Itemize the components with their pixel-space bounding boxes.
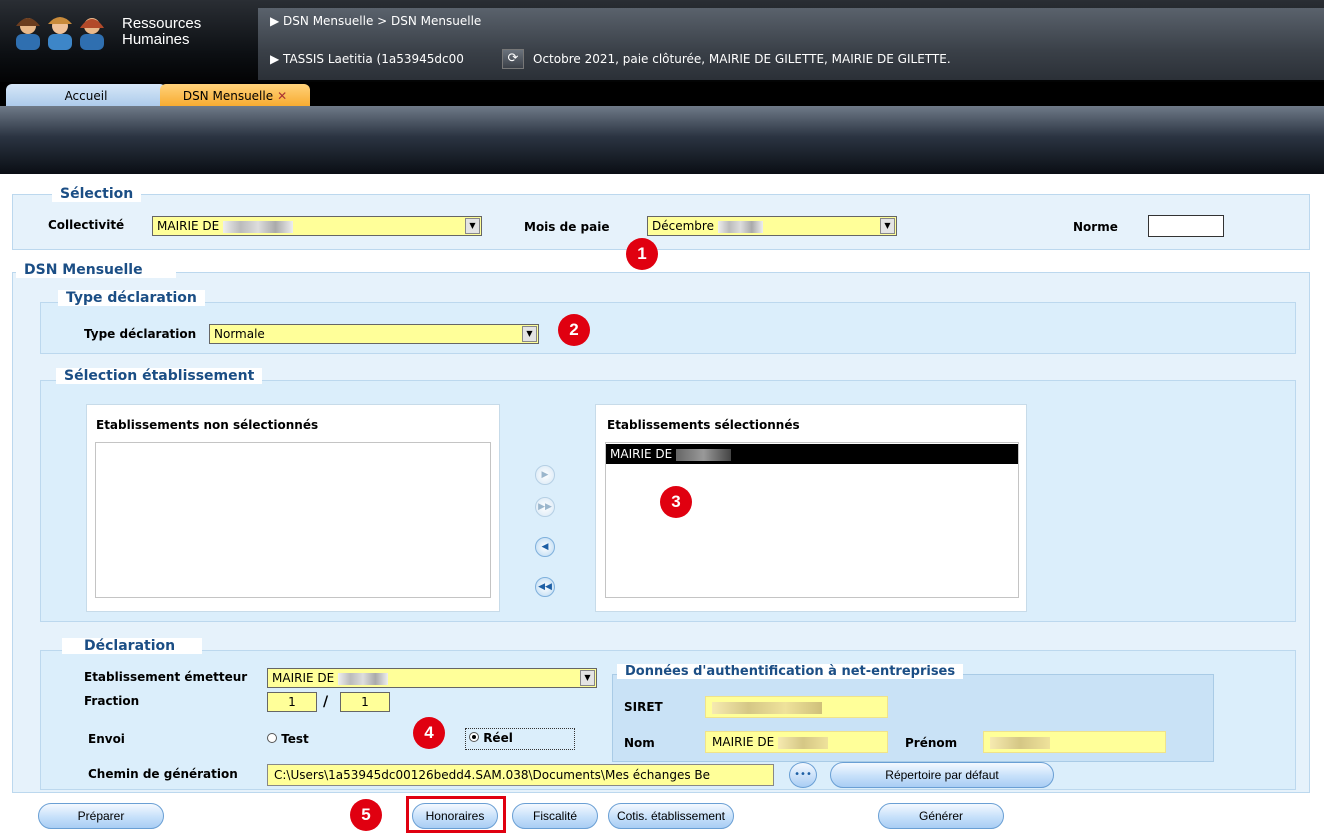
norme-input[interactable] <box>1148 215 1224 237</box>
chemin-value: C:\Users\1a53945dc00126bedd4.SAM.038\Doc… <box>274 768 711 782</box>
step-badge-2: 2 <box>558 314 590 346</box>
default-directory-button[interactable]: Répertoire par défaut <box>830 762 1054 788</box>
emetteur-select[interactable]: MAIRIE DE ▼ <box>267 668 597 688</box>
mois-paie-label: Mois de paie <box>524 220 610 234</box>
current-user[interactable]: ▶ TASSIS Laetitia (1a53945dc00 <box>270 52 495 66</box>
app-title: Ressources Humaines <box>122 16 201 48</box>
tab-dsn-label: DSN Mensuelle <box>182 89 274 103</box>
fiscalite-button[interactable]: Fiscalité <box>512 803 598 829</box>
nom-input[interactable]: MAIRIE DE <box>705 731 888 753</box>
redacted-text <box>717 220 763 233</box>
emetteur-label: Etablissement émetteur <box>84 670 248 684</box>
cotis-etablissement-button[interactable]: Cotis. établissement <box>608 803 734 829</box>
envoi-reel-label: Réel <box>483 731 513 745</box>
redacted-text <box>712 701 822 714</box>
step-badge-1: 1 <box>626 238 658 270</box>
move-left-icon[interactable]: ◀ <box>535 537 555 557</box>
step-badge-5: 5 <box>350 799 382 831</box>
auth-legend: Données d'authentification à net-entrepr… <box>617 664 964 679</box>
breadcrumb[interactable]: ▶ DSN Mensuelle > DSN Mensuelle <box>270 14 481 28</box>
chemin-input[interactable]: C:\Users\1a53945dc00126bedd4.SAM.038\Doc… <box>267 764 774 786</box>
fraction-label: Fraction <box>84 694 140 708</box>
non-selectionnes-title: Etablissements non sélectionnés <box>96 418 319 432</box>
tab-accueil[interactable]: Accueil <box>6 84 166 108</box>
type-declaration-value: Normale <box>214 327 265 341</box>
chevron-down-icon[interactable]: ▼ <box>522 326 537 342</box>
redacted-text <box>676 448 732 461</box>
toolbar <box>0 106 1324 174</box>
move-all-right-icon[interactable]: ▶▶ <box>535 497 555 517</box>
refresh-icon[interactable]: ⟳ <box>502 49 524 69</box>
prenom-label: Prénom <box>905 736 958 750</box>
type-declaration-label: Type déclaration <box>84 327 197 341</box>
mois-paie-select[interactable]: Décembre ▼ <box>647 216 897 236</box>
app-title-line1: Ressources <box>122 15 202 32</box>
selectionnes-title: Etablissements sélectionnés <box>607 418 800 432</box>
close-icon[interactable]: ✕ <box>277 89 287 103</box>
hr-app-icon <box>10 14 110 50</box>
redacted-text <box>223 220 294 233</box>
app-title-line2: Humaines <box>122 31 190 48</box>
non-selectionnes-list[interactable] <box>95 442 491 598</box>
envoi-test-label: Test <box>281 732 309 746</box>
collectivite-label: Collectivité <box>48 218 125 232</box>
tab-accueil-label: Accueil <box>64 89 108 103</box>
move-all-left-icon[interactable]: ◀◀ <box>535 577 555 597</box>
list-item[interactable]: MAIRIE DE <box>606 444 1018 464</box>
step-badge-3: 3 <box>660 486 692 518</box>
radio-selected-icon[interactable] <box>469 732 479 742</box>
honoraires-button[interactable]: Honoraires <box>412 803 498 829</box>
generer-button[interactable]: Générer <box>878 803 1004 829</box>
chevron-down-icon[interactable]: ▼ <box>880 218 895 234</box>
emetteur-value: MAIRIE DE <box>272 671 335 685</box>
tab-dsn-mensuelle[interactable]: DSN Mensuelle ✕ <box>160 84 310 108</box>
siret-input[interactable] <box>705 696 888 718</box>
redacted-text <box>990 736 1050 749</box>
fraction-denominator[interactable]: 1 <box>340 692 390 712</box>
type-declaration-legend: Type déclaration <box>58 290 205 306</box>
redacted-text <box>778 736 829 749</box>
nom-value: MAIRIE DE <box>712 735 775 749</box>
browse-button[interactable]: ••• <box>789 762 817 788</box>
preparer-button[interactable]: Préparer <box>38 803 164 829</box>
selectionnes-list[interactable] <box>605 442 1019 598</box>
redacted-text <box>338 672 389 685</box>
radio-icon[interactable] <box>267 733 277 743</box>
chevron-down-icon[interactable]: ▼ <box>580 670 595 686</box>
fraction-separator: / <box>323 694 329 710</box>
nom-label: Nom <box>624 736 655 750</box>
context-info: Octobre 2021, paie clôturée, MAIRIE DE G… <box>533 52 951 66</box>
move-right-icon[interactable]: ▶ <box>535 465 555 485</box>
siret-label: SIRET <box>624 700 663 714</box>
type-declaration-select[interactable]: Normale ▼ <box>209 324 539 344</box>
envoi-reel-radio[interactable]: Réel <box>465 728 575 750</box>
fraction-numerator[interactable]: 1 <box>267 692 317 712</box>
declaration-legend: Déclaration <box>62 638 202 654</box>
mois-paie-value: Décembre <box>652 219 714 233</box>
list-item-label: MAIRIE DE <box>610 447 673 461</box>
collectivite-select[interactable]: MAIRIE DE ▼ <box>152 216 482 236</box>
prenom-input[interactable] <box>983 731 1166 753</box>
chemin-label: Chemin de génération <box>88 767 238 781</box>
step-badge-4: 4 <box>413 717 445 749</box>
more-icon: ••• <box>794 769 812 780</box>
norme-label: Norme <box>1073 220 1118 234</box>
selection-etablissement-legend: Sélection établissement <box>56 368 263 384</box>
chevron-down-icon[interactable]: ▼ <box>465 218 480 234</box>
dsn-mensuelle-legend: DSN Mensuelle <box>16 262 176 278</box>
collectivite-value: MAIRIE DE <box>157 219 220 233</box>
envoi-label: Envoi <box>88 732 125 746</box>
envoi-test-radio[interactable]: Test <box>267 732 309 746</box>
selection-legend: Sélection <box>52 186 142 202</box>
